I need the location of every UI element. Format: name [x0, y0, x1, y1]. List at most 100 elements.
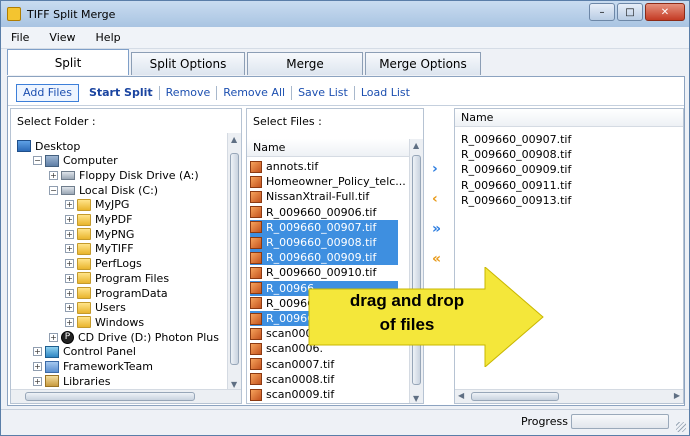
- add-files-button[interactable]: Add Files: [16, 84, 79, 102]
- tree-item[interactable]: + MyJPG: [65, 198, 129, 212]
- output-row[interactable]: R_009660_00913.tif: [461, 194, 571, 209]
- tree-item[interactable]: + FrameworkTeam: [33, 360, 153, 374]
- file-row[interactable]: R_009660_00909.tif: [250, 250, 398, 266]
- expand-icon[interactable]: +: [49, 332, 58, 342]
- add-selected-button[interactable]: ›: [432, 161, 438, 177]
- expand-icon[interactable]: +: [65, 317, 74, 327]
- drive-icon: [61, 170, 75, 180]
- tree-item[interactable]: + ProgramData: [65, 286, 168, 300]
- expand-icon[interactable]: +: [33, 347, 42, 357]
- file-row[interactable]: R_009660_00908.tif: [250, 235, 398, 250]
- output-hscroll-thumb[interactable]: [471, 392, 559, 401]
- tree-item[interactable]: + Floppy Disk Drive (A:): [49, 168, 199, 182]
- title-bar[interactable]: TIFF Split Merge – □ ✕: [1, 1, 689, 27]
- tab-merge-options[interactable]: Merge Options: [365, 52, 481, 75]
- tree-item[interactable]: Desktop: [17, 139, 80, 153]
- folder-icon: [77, 257, 91, 270]
- output-row[interactable]: R_009660_00909.tif: [461, 163, 571, 178]
- select-folder-label: Select Folder :: [17, 115, 96, 128]
- output-hscrollbar[interactable]: ◀ ▶: [455, 389, 683, 403]
- tree-item[interactable]: + Control Panel: [33, 345, 136, 359]
- file-row[interactable]: R_009660_00907.tif: [250, 219, 398, 235]
- file-row[interactable]: NissanXtrail-Full.tif: [250, 189, 373, 204]
- tree-item[interactable]: + Windows: [65, 315, 144, 329]
- tiff-file-icon: [250, 297, 262, 310]
- close-button[interactable]: ✕: [645, 3, 685, 21]
- tree-item[interactable]: + MyPDF: [65, 213, 132, 227]
- expand-icon[interactable]: +: [65, 244, 74, 254]
- menu-bar: File View Help: [1, 27, 689, 49]
- tree-item-label: ProgramData: [95, 286, 168, 300]
- cd-icon: P: [61, 330, 74, 344]
- folder-hscrollbar[interactable]: [11, 389, 241, 403]
- expand-icon[interactable]: +: [65, 215, 74, 224]
- minimize-button[interactable]: –: [589, 3, 615, 21]
- tab-split[interactable]: Split: [7, 49, 129, 75]
- resize-grip-icon[interactable]: [676, 422, 686, 432]
- menu-view[interactable]: View: [39, 31, 85, 44]
- output-name-column[interactable]: Name: [455, 109, 683, 127]
- remove-button[interactable]: Remove: [160, 86, 218, 100]
- tree-item-label: Local Disk (C:): [79, 183, 159, 197]
- tiff-file-icon: [250, 312, 262, 325]
- remove-all-transfer-button[interactable]: «: [432, 251, 441, 267]
- tree-item[interactable]: + P CD Drive (D:) Photon Plus: [49, 330, 219, 344]
- progress-bar: [571, 414, 669, 429]
- tree-item-label: Windows: [95, 315, 145, 329]
- tree-item[interactable]: − Local Disk (C:): [49, 183, 158, 197]
- folder-hscroll-thumb[interactable]: [25, 392, 195, 401]
- tiff-file-icon: [250, 342, 262, 355]
- file-row[interactable]: scan0009.tif: [250, 387, 338, 402]
- file-row[interactable]: R_009660_00906.tif: [250, 205, 380, 220]
- tree-item[interactable]: + MyPNG: [65, 227, 134, 241]
- expand-icon[interactable]: +: [65, 229, 74, 239]
- tree-item[interactable]: + PerfLogs: [65, 257, 142, 271]
- folder-icon: [77, 228, 91, 241]
- collapse-icon[interactable]: −: [33, 156, 42, 166]
- folder-vscrollbar[interactable]: ▲ ▼: [227, 133, 241, 391]
- output-row[interactable]: R_009660_00908.tif: [461, 148, 571, 163]
- tiff-file-icon: [250, 190, 262, 203]
- file-name: R_009660_00908.tif: [266, 236, 377, 249]
- files-name-column[interactable]: Name: [247, 139, 409, 157]
- maximize-button[interactable]: □: [617, 3, 643, 21]
- collapse-icon[interactable]: −: [49, 185, 58, 195]
- file-row[interactable]: annots.tif: [250, 159, 322, 174]
- tree-item[interactable]: + Users: [65, 301, 126, 315]
- tiff-file-icon: [250, 266, 262, 279]
- output-row[interactable]: R_009660_00911.tif: [461, 179, 571, 194]
- expand-icon[interactable]: +: [65, 273, 74, 283]
- folder-icon: [77, 316, 91, 329]
- tree-item-label: CD Drive (D:) Photon Plus: [78, 330, 219, 344]
- expand-icon[interactable]: +: [33, 376, 42, 386]
- expand-icon[interactable]: +: [65, 200, 74, 210]
- start-split-button[interactable]: Start Split: [83, 86, 160, 100]
- tiff-file-icon: [250, 388, 262, 401]
- expand-icon[interactable]: +: [65, 288, 74, 298]
- tree-item[interactable]: + Libraries: [33, 374, 111, 388]
- expand-icon[interactable]: +: [33, 362, 42, 371]
- load-list-button[interactable]: Load List: [355, 86, 416, 100]
- tab-merge[interactable]: Merge: [247, 52, 363, 75]
- folder-vscroll-thumb[interactable]: [230, 153, 239, 365]
- tiff-file-icon: [250, 206, 262, 219]
- output-row[interactable]: R_009660_00907.tif: [461, 133, 571, 148]
- remove-selected-button[interactable]: ‹: [432, 191, 438, 207]
- tab-split-options[interactable]: Split Options: [131, 52, 245, 75]
- tree-item[interactable]: + Program Files: [65, 271, 169, 285]
- expand-icon[interactable]: +: [49, 170, 58, 180]
- menu-file[interactable]: File: [1, 31, 39, 44]
- double-chevron-left-icon: «: [432, 251, 442, 267]
- tree-item-label: Computer: [63, 154, 118, 168]
- save-list-button[interactable]: Save List: [292, 86, 355, 100]
- file-row[interactable]: scan0008.tif: [250, 372, 338, 387]
- expand-icon[interactable]: +: [65, 259, 74, 269]
- remove-all-button[interactable]: Remove All: [217, 86, 293, 100]
- file-row[interactable]: Homeowner_Policy_telc...: [250, 174, 410, 189]
- add-all-button[interactable]: »: [432, 221, 441, 237]
- menu-help[interactable]: Help: [86, 31, 131, 44]
- expand-icon[interactable]: +: [65, 303, 74, 313]
- tree-item-label: Program Files: [95, 271, 170, 285]
- tree-item[interactable]: + MyTIFF: [65, 242, 134, 256]
- tree-item[interactable]: − Computer: [33, 154, 118, 168]
